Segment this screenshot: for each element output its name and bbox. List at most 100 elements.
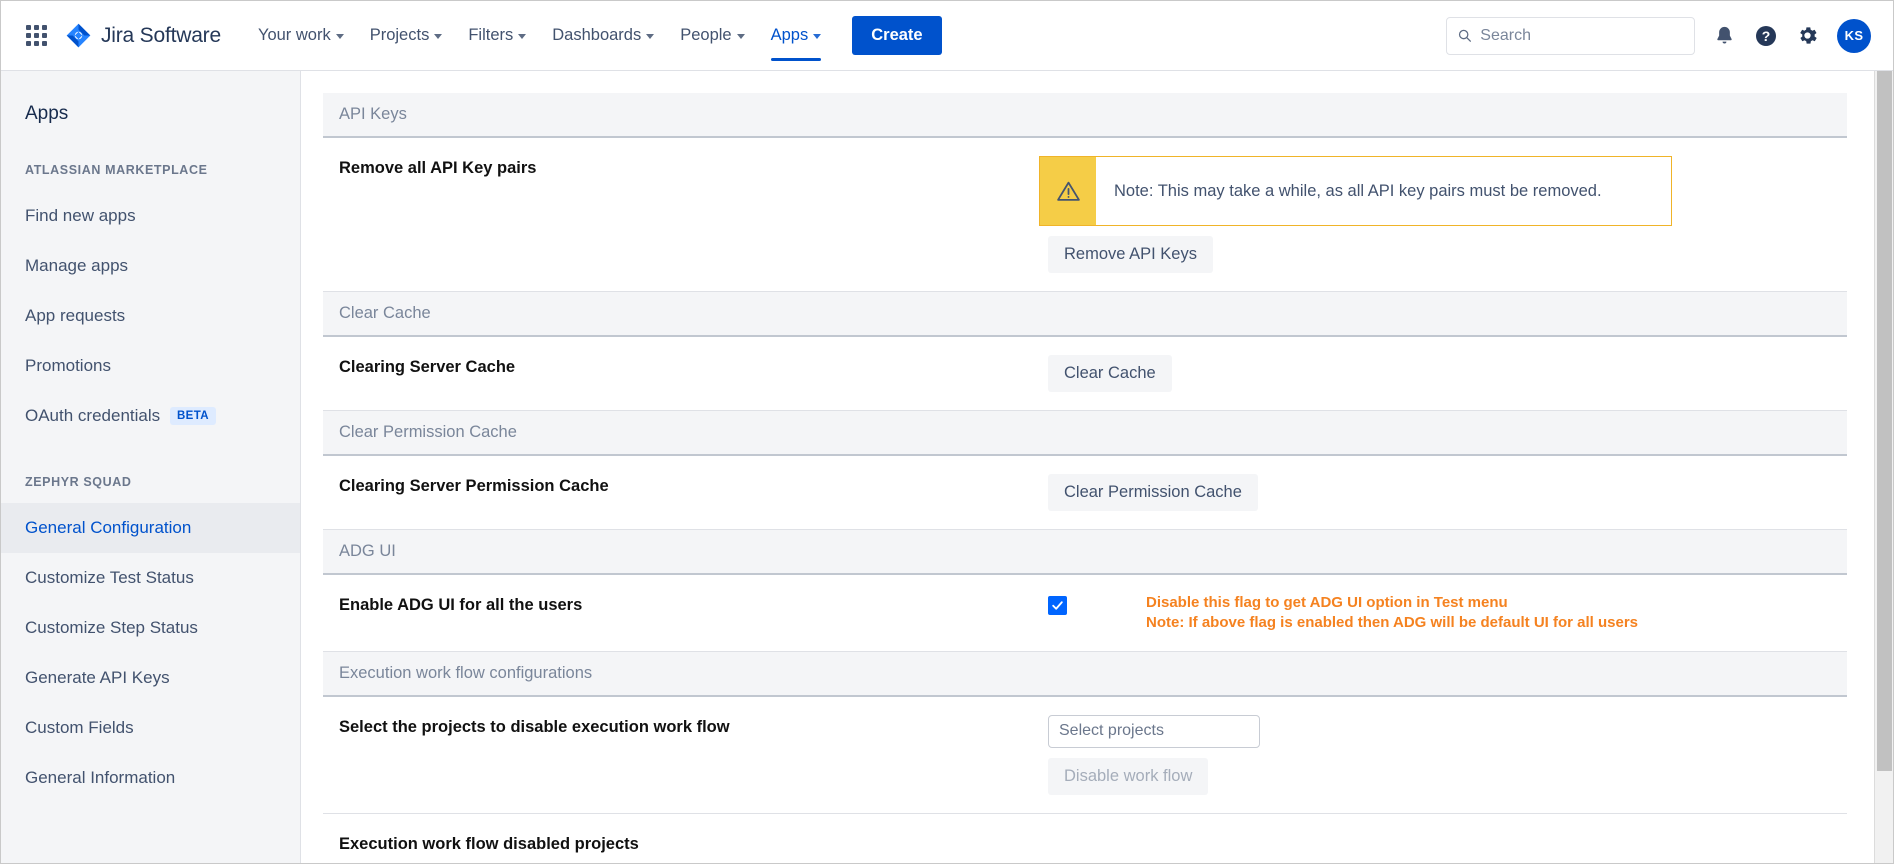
sidebar-item-promotions[interactable]: Promotions	[1, 341, 300, 391]
clear-cache-button[interactable]: Clear Cache	[1048, 355, 1172, 392]
sidebar-title: Apps	[25, 103, 69, 124]
sidebar-group-atlassian-marketplace: ATLASSIAN MARKETPLACE	[25, 163, 208, 177]
adg-ui-warning-text: Disable this flag to get ADG UI option i…	[1146, 593, 1638, 633]
nav-item-filters[interactable]: Filters	[455, 1, 539, 70]
grid-apps-icon[interactable]	[23, 23, 49, 49]
sidebar-item-customize-test-status[interactable]: Customize Test Status	[1, 553, 300, 603]
nav-item-apps[interactable]: Apps	[758, 1, 835, 70]
svg-text:?: ?	[1762, 28, 1771, 44]
sidebar-item-find-new-apps[interactable]: Find new apps	[1, 191, 300, 241]
warning-note-text: Note: This may take a while, as all API …	[1114, 181, 1602, 200]
sidebar-item-label: Customize Step Status	[25, 618, 198, 637]
help-circle-icon[interactable]: ?	[1754, 24, 1778, 48]
sidebar-item-app-requests[interactable]: App requests	[1, 291, 300, 341]
sidebar-item-label: General Configuration	[25, 518, 192, 537]
chevron-down-icon	[518, 34, 527, 39]
row-label: Clearing Server Permission Cache	[339, 477, 609, 495]
sidebar-item-general-information[interactable]: General Information	[1, 753, 300, 803]
vertical-scrollbar[interactable]	[1874, 71, 1893, 863]
row-label: Remove all API Key pairs	[339, 159, 537, 177]
jira-diamond-icon	[66, 23, 91, 48]
scrollbar-thumb[interactable]	[1877, 71, 1892, 771]
header-actions: ? KS	[1446, 16, 1871, 55]
chevron-down-icon	[813, 34, 822, 39]
row-label: Clearing Server Cache	[339, 358, 516, 376]
row-label: Enable ADG UI for all the users	[339, 596, 583, 614]
section-header-execution-work-flow-configurations: Execution work flow configurations	[323, 651, 1847, 697]
bell-icon[interactable]	[1713, 24, 1736, 47]
disable-work-flow-button[interactable]: Disable work flow	[1048, 757, 1209, 795]
sidebar-item-label: Find new apps	[25, 206, 136, 225]
row-control: Clear Permission Cache	[1039, 474, 1831, 511]
row-execution-work-flow-disabled-projects: Execution work flow disabled projects	[323, 814, 1847, 863]
row-label: Execution work flow disabled projects	[339, 834, 639, 853]
warning-stripe	[1040, 157, 1096, 225]
main-content: API Keys Remove all API Key pairs Note: …	[301, 71, 1893, 863]
jira-brand-logo[interactable]: Jira Software	[65, 22, 221, 49]
warning-note: Note: This may take a while, as all API …	[1039, 156, 1672, 226]
nav-item-your-work[interactable]: Your work	[245, 1, 357, 70]
nav-label: Dashboards	[552, 26, 642, 44]
jira-settings-page: Jira Software Your work Projects Filters…	[0, 0, 1894, 864]
avatar[interactable]: KS	[1837, 18, 1871, 53]
select-projects-input[interactable]	[1048, 714, 1260, 748]
section-header-clear-permission-cache: Clear Permission Cache	[323, 411, 1847, 456]
search-box[interactable]	[1446, 16, 1695, 55]
sidebar-item-custom-fields[interactable]: Custom Fields	[1, 703, 300, 753]
status-badge: BETA	[169, 407, 216, 425]
page-body: Apps ATLASSIAN MARKETPLACE Find new apps…	[1, 71, 1893, 863]
sidebar-item-label: OAuth credentials	[25, 406, 161, 425]
nav-label: Projects	[369, 26, 430, 44]
adg-warning-line-2: Note: If above flag is enabled then ADG …	[1146, 613, 1639, 631]
chevron-down-icon	[646, 34, 655, 39]
sidebar-item-label: Customize Test Status	[25, 568, 194, 587]
sidebar-divider-space	[1, 441, 300, 475]
chevron-down-icon	[434, 34, 443, 39]
row-remove-api-key-pairs: Remove all API Key pairs Note: This may …	[323, 138, 1847, 292]
general-configuration-panel: API Keys Remove all API Key pairs Note: …	[323, 93, 1847, 863]
clear-permission-cache-button[interactable]: Clear Permission Cache	[1048, 474, 1258, 511]
nav-item-people[interactable]: People	[667, 1, 757, 70]
main-nav: Your work Projects Filters Dashboards Pe…	[245, 1, 834, 70]
sidebar: Apps ATLASSIAN MARKETPLACE Find new apps…	[1, 71, 301, 863]
row-control: Note: This may take a while, as all API …	[1039, 156, 1831, 273]
nav-label: Filters	[468, 26, 514, 44]
sidebar-item-label: Custom Fields	[25, 718, 134, 737]
row-clearing-server-cache: Clearing Server Cache Clear Cache	[323, 337, 1847, 411]
section-header-api-keys: API Keys	[323, 93, 1847, 138]
adg-warning-line-1: Disable this flag to get ADG UI option i…	[1146, 594, 1508, 611]
checkmark-icon	[1052, 601, 1063, 610]
gear-icon[interactable]	[1796, 24, 1819, 47]
sidebar-item-label: Generate API Keys	[25, 668, 170, 687]
sidebar-item-oauth-credentials[interactable]: OAuth credentials BETA	[1, 391, 300, 441]
section-header-clear-cache: Clear Cache	[323, 292, 1847, 337]
sidebar-item-customize-step-status[interactable]: Customize Step Status	[1, 603, 300, 653]
warning-triangle-icon	[1056, 181, 1080, 201]
search-icon	[1458, 29, 1471, 42]
nav-label: People	[680, 26, 732, 44]
nav-label: Your work	[257, 26, 331, 44]
sidebar-item-manage-apps[interactable]: Manage apps	[1, 241, 300, 291]
section-header-adg-ui: ADG UI	[323, 530, 1847, 575]
row-control: Disable work flow	[1039, 714, 1831, 795]
row-select-projects-disable-execution-work-flow: Select the projects to disable execution…	[323, 697, 1847, 814]
adg-ui-check-row: Disable this flag to get ADG UI option i…	[1039, 593, 1831, 633]
row-control: Disable this flag to get ADG UI option i…	[1039, 593, 1831, 633]
chevron-down-icon	[736, 34, 745, 39]
row-enable-adg-ui: Enable ADG UI for all the users Disable …	[323, 575, 1847, 652]
nav-item-projects[interactable]: Projects	[357, 1, 456, 70]
sidebar-group-zephyr-squad: ZEPHYR SQUAD	[25, 475, 132, 489]
nav-label: Apps	[770, 26, 809, 44]
chevron-down-icon	[335, 34, 344, 39]
sidebar-item-general-configuration[interactable]: General Configuration	[1, 503, 300, 553]
nav-item-dashboards[interactable]: Dashboards	[539, 1, 667, 70]
remove-api-keys-button[interactable]: Remove API Keys	[1048, 236, 1213, 273]
sidebar-item-generate-api-keys[interactable]: Generate API Keys	[1, 653, 300, 703]
row-label: Select the projects to disable execution…	[339, 717, 730, 736]
create-button[interactable]: Create	[852, 16, 942, 55]
brand-name: Jira Software	[101, 23, 221, 47]
enable-adg-ui-checkbox[interactable]	[1048, 596, 1067, 615]
search-input[interactable]	[1480, 26, 1684, 45]
sidebar-item-label: Manage apps	[25, 256, 129, 275]
global-header: Jira Software Your work Projects Filters…	[1, 1, 1893, 71]
